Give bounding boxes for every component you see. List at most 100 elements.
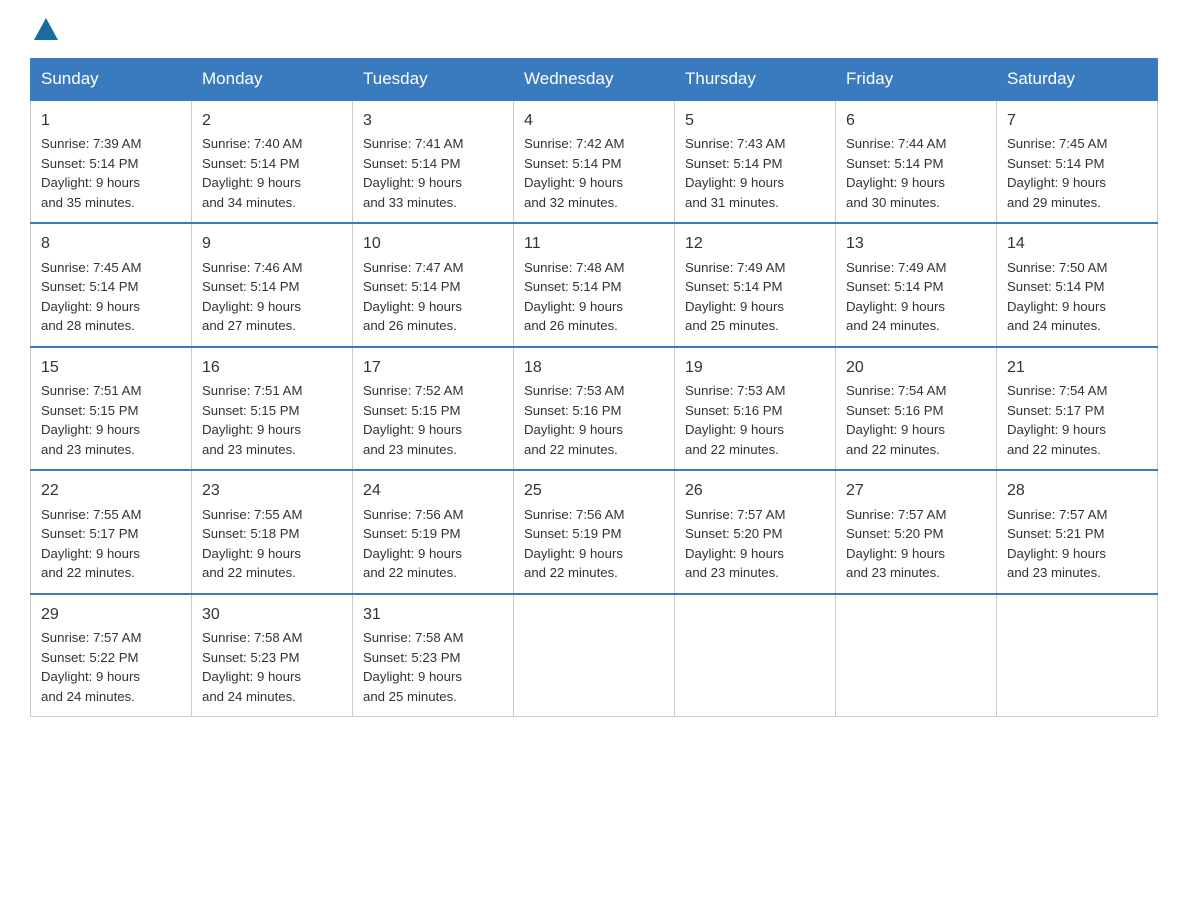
day-daylight: Daylight: 9 hours and 23 minutes. xyxy=(685,546,784,581)
day-sunset: Sunset: 5:19 PM xyxy=(363,526,461,541)
day-sunrise: Sunrise: 7:57 AM xyxy=(846,507,946,522)
day-daylight: Daylight: 9 hours and 25 minutes. xyxy=(363,669,462,704)
days-of-week-row: SundayMondayTuesdayWednesdayThursdayFrid… xyxy=(31,59,1158,101)
day-daylight: Daylight: 9 hours and 34 minutes. xyxy=(202,175,301,210)
day-sunrise: Sunrise: 7:56 AM xyxy=(524,507,624,522)
day-sunset: Sunset: 5:20 PM xyxy=(685,526,783,541)
day-sunset: Sunset: 5:14 PM xyxy=(202,156,300,171)
day-sunrise: Sunrise: 7:51 AM xyxy=(202,383,302,398)
day-sunset: Sunset: 5:17 PM xyxy=(41,526,139,541)
day-number: 1 xyxy=(41,109,181,132)
calendar-cell: 21 Sunrise: 7:54 AM Sunset: 5:17 PM Dayl… xyxy=(997,347,1158,470)
day-number: 8 xyxy=(41,232,181,255)
day-number: 24 xyxy=(363,479,503,502)
day-sunset: Sunset: 5:19 PM xyxy=(524,526,622,541)
calendar-cell: 7 Sunrise: 7:45 AM Sunset: 5:14 PM Dayli… xyxy=(997,100,1158,223)
week-row-4: 22 Sunrise: 7:55 AM Sunset: 5:17 PM Dayl… xyxy=(31,470,1158,593)
day-sunrise: Sunrise: 7:56 AM xyxy=(363,507,463,522)
page-header xyxy=(30,20,1158,38)
day-number: 5 xyxy=(685,109,825,132)
day-sunrise: Sunrise: 7:47 AM xyxy=(363,260,463,275)
calendar-cell: 8 Sunrise: 7:45 AM Sunset: 5:14 PM Dayli… xyxy=(31,223,192,346)
calendar-cell: 6 Sunrise: 7:44 AM Sunset: 5:14 PM Dayli… xyxy=(836,100,997,223)
day-daylight: Daylight: 9 hours and 23 minutes. xyxy=(202,422,301,457)
day-daylight: Daylight: 9 hours and 22 minutes. xyxy=(524,546,623,581)
day-sunset: Sunset: 5:14 PM xyxy=(524,279,622,294)
calendar-cell: 17 Sunrise: 7:52 AM Sunset: 5:15 PM Dayl… xyxy=(353,347,514,470)
day-daylight: Daylight: 9 hours and 26 minutes. xyxy=(363,299,462,334)
day-sunrise: Sunrise: 7:45 AM xyxy=(41,260,141,275)
day-sunrise: Sunrise: 7:58 AM xyxy=(202,630,302,645)
day-sunrise: Sunrise: 7:57 AM xyxy=(685,507,785,522)
day-header-sunday: Sunday xyxy=(31,59,192,101)
day-sunrise: Sunrise: 7:53 AM xyxy=(524,383,624,398)
day-sunrise: Sunrise: 7:39 AM xyxy=(41,136,141,151)
calendar-cell: 2 Sunrise: 7:40 AM Sunset: 5:14 PM Dayli… xyxy=(192,100,353,223)
day-daylight: Daylight: 9 hours and 22 minutes. xyxy=(1007,422,1106,457)
calendar-cell: 16 Sunrise: 7:51 AM Sunset: 5:15 PM Dayl… xyxy=(192,347,353,470)
day-sunset: Sunset: 5:16 PM xyxy=(846,403,944,418)
day-number: 19 xyxy=(685,356,825,379)
day-number: 27 xyxy=(846,479,986,502)
day-sunrise: Sunrise: 7:51 AM xyxy=(41,383,141,398)
day-daylight: Daylight: 9 hours and 27 minutes. xyxy=(202,299,301,334)
day-sunrise: Sunrise: 7:49 AM xyxy=(846,260,946,275)
calendar-cell: 24 Sunrise: 7:56 AM Sunset: 5:19 PM Dayl… xyxy=(353,470,514,593)
day-sunset: Sunset: 5:15 PM xyxy=(363,403,461,418)
day-number: 29 xyxy=(41,603,181,626)
calendar-body: 1 Sunrise: 7:39 AM Sunset: 5:14 PM Dayli… xyxy=(31,100,1158,717)
day-daylight: Daylight: 9 hours and 28 minutes. xyxy=(41,299,140,334)
day-sunset: Sunset: 5:14 PM xyxy=(41,279,139,294)
day-daylight: Daylight: 9 hours and 22 minutes. xyxy=(363,546,462,581)
day-number: 28 xyxy=(1007,479,1147,502)
day-sunrise: Sunrise: 7:50 AM xyxy=(1007,260,1107,275)
day-sunset: Sunset: 5:15 PM xyxy=(41,403,139,418)
day-sunset: Sunset: 5:14 PM xyxy=(685,156,783,171)
day-number: 16 xyxy=(202,356,342,379)
day-sunset: Sunset: 5:16 PM xyxy=(685,403,783,418)
day-sunrise: Sunrise: 7:45 AM xyxy=(1007,136,1107,151)
day-number: 18 xyxy=(524,356,664,379)
calendar-cell: 23 Sunrise: 7:55 AM Sunset: 5:18 PM Dayl… xyxy=(192,470,353,593)
day-sunrise: Sunrise: 7:42 AM xyxy=(524,136,624,151)
calendar-cell: 19 Sunrise: 7:53 AM Sunset: 5:16 PM Dayl… xyxy=(675,347,836,470)
day-daylight: Daylight: 9 hours and 30 minutes. xyxy=(846,175,945,210)
calendar-cell: 11 Sunrise: 7:48 AM Sunset: 5:14 PM Dayl… xyxy=(514,223,675,346)
day-number: 6 xyxy=(846,109,986,132)
calendar-cell: 25 Sunrise: 7:56 AM Sunset: 5:19 PM Dayl… xyxy=(514,470,675,593)
day-sunset: Sunset: 5:14 PM xyxy=(1007,279,1105,294)
day-sunrise: Sunrise: 7:43 AM xyxy=(685,136,785,151)
day-sunrise: Sunrise: 7:57 AM xyxy=(41,630,141,645)
day-daylight: Daylight: 9 hours and 32 minutes. xyxy=(524,175,623,210)
day-sunrise: Sunrise: 7:54 AM xyxy=(846,383,946,398)
calendar-cell: 29 Sunrise: 7:57 AM Sunset: 5:22 PM Dayl… xyxy=(31,594,192,717)
calendar-cell: 3 Sunrise: 7:41 AM Sunset: 5:14 PM Dayli… xyxy=(353,100,514,223)
day-number: 25 xyxy=(524,479,664,502)
day-daylight: Daylight: 9 hours and 23 minutes. xyxy=(1007,546,1106,581)
day-sunrise: Sunrise: 7:58 AM xyxy=(363,630,463,645)
day-daylight: Daylight: 9 hours and 35 minutes. xyxy=(41,175,140,210)
day-number: 4 xyxy=(524,109,664,132)
day-header-monday: Monday xyxy=(192,59,353,101)
day-sunrise: Sunrise: 7:54 AM xyxy=(1007,383,1107,398)
calendar-cell: 20 Sunrise: 7:54 AM Sunset: 5:16 PM Dayl… xyxy=(836,347,997,470)
day-daylight: Daylight: 9 hours and 29 minutes. xyxy=(1007,175,1106,210)
day-sunset: Sunset: 5:15 PM xyxy=(202,403,300,418)
calendar-cell: 26 Sunrise: 7:57 AM Sunset: 5:20 PM Dayl… xyxy=(675,470,836,593)
calendar-cell: 12 Sunrise: 7:49 AM Sunset: 5:14 PM Dayl… xyxy=(675,223,836,346)
day-daylight: Daylight: 9 hours and 22 minutes. xyxy=(202,546,301,581)
day-sunrise: Sunrise: 7:55 AM xyxy=(202,507,302,522)
day-daylight: Daylight: 9 hours and 24 minutes. xyxy=(202,669,301,704)
calendar-cell: 13 Sunrise: 7:49 AM Sunset: 5:14 PM Dayl… xyxy=(836,223,997,346)
day-daylight: Daylight: 9 hours and 24 minutes. xyxy=(1007,299,1106,334)
calendar-cell: 5 Sunrise: 7:43 AM Sunset: 5:14 PM Dayli… xyxy=(675,100,836,223)
day-sunset: Sunset: 5:17 PM xyxy=(1007,403,1105,418)
calendar-cell: 1 Sunrise: 7:39 AM Sunset: 5:14 PM Dayli… xyxy=(31,100,192,223)
day-sunset: Sunset: 5:14 PM xyxy=(363,279,461,294)
day-number: 14 xyxy=(1007,232,1147,255)
day-number: 11 xyxy=(524,232,664,255)
logo xyxy=(30,20,58,38)
day-sunset: Sunset: 5:16 PM xyxy=(524,403,622,418)
day-daylight: Daylight: 9 hours and 24 minutes. xyxy=(846,299,945,334)
calendar-cell: 22 Sunrise: 7:55 AM Sunset: 5:17 PM Dayl… xyxy=(31,470,192,593)
